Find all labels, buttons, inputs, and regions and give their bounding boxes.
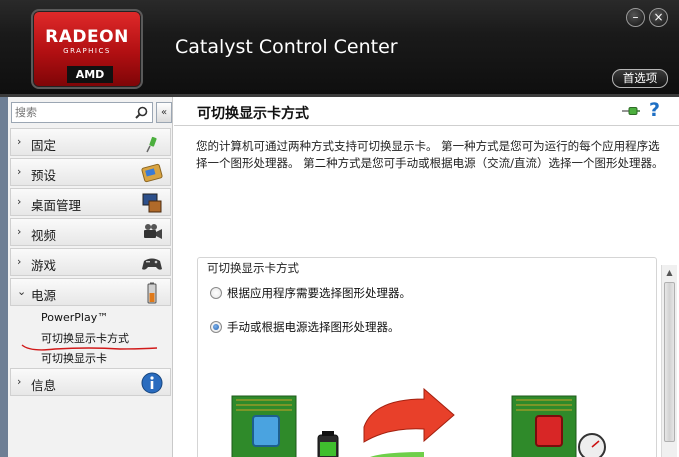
logo-subtitle: GRAPHICS [63,47,111,55]
sidebar-item-information[interactable]: › 信息 [10,368,171,396]
app-header: RADEON GRAPHICS AMD Catalyst Control Cen… [0,0,679,97]
sidebar-item-label: 桌面管理 [31,198,82,213]
switchable-graphics-illustration [231,387,606,457]
close-button[interactable]: × [649,8,668,27]
main-panel: 可切换显示卡方式 ? 您的计算机可通过两种方式支持可切换显示卡。 第一种方式是您… [174,97,679,457]
chevron-down-icon: ⌄ [17,285,27,298]
battery-icon [147,282,157,304]
chevron-right-icon: › [17,225,22,238]
discrete-gpu-chip-icon [511,395,606,457]
app-title: Catalyst Control Center [175,36,398,58]
integrated-gpu-chip-icon [231,395,297,457]
collapse-sidebar-button[interactable]: « [156,102,172,123]
chevron-right-icon: › [17,195,22,208]
search-input[interactable] [15,105,130,120]
chevron-right-icon: › [17,165,22,178]
sidebar-item-video[interactable]: › 视频 [10,218,171,246]
video-camera-icon [144,224,162,239]
sidebar-item-pin[interactable]: › 固定 [10,128,171,156]
battery-charge-icon [317,431,339,457]
gamepad-icon [142,258,162,270]
sidebar-item-presets[interactable]: › 预设 [10,158,171,186]
sidebar-subitem-switchable-graphics[interactable]: 可切换显示卡 [41,350,107,366]
logo-vendor: AMD [67,66,113,83]
sidebar-item-gaming[interactable]: › 游戏 [10,248,171,276]
chevron-right-icon: › [17,255,22,268]
chevron-right-icon: › [17,375,22,388]
preferences-button[interactable]: 首选项 [612,69,668,88]
search-box [11,102,153,123]
chevron-right-icon: › [17,135,22,148]
search-icon[interactable] [135,106,148,119]
sidebar-subitem-powerplay[interactable]: PowerPlay™ [41,311,108,324]
sidebar-item-power[interactable]: ⌄ 电源 [10,278,171,306]
switch-arrows-icon [363,387,455,457]
info-icon [141,372,163,394]
sidebar: « › 固定 › 预设 › 桌面管理 › 视频 [8,97,173,457]
preset-icon [141,163,163,183]
radeon-logo: RADEON GRAPHICS AMD [31,9,143,89]
sidebar-item-label: 信息 [31,378,57,393]
sidebar-item-label: 预设 [31,168,57,183]
sidebar-item-label: 电源 [31,288,57,303]
sidebar-item-label: 固定 [31,138,57,153]
sidebar-item-label: 游戏 [31,258,57,273]
sidebar-item-desktop-management[interactable]: › 桌面管理 [10,188,171,216]
minimize-button[interactable]: – [626,8,645,27]
logo-brand: RADEON [45,27,129,47]
sidebar-item-label: 视频 [31,228,57,243]
sidebar-subitem-switchable-graphics-method[interactable]: 可切换显示卡方式 [41,330,129,346]
pin-icon [146,136,157,153]
desktop-management-icon [142,193,162,213]
